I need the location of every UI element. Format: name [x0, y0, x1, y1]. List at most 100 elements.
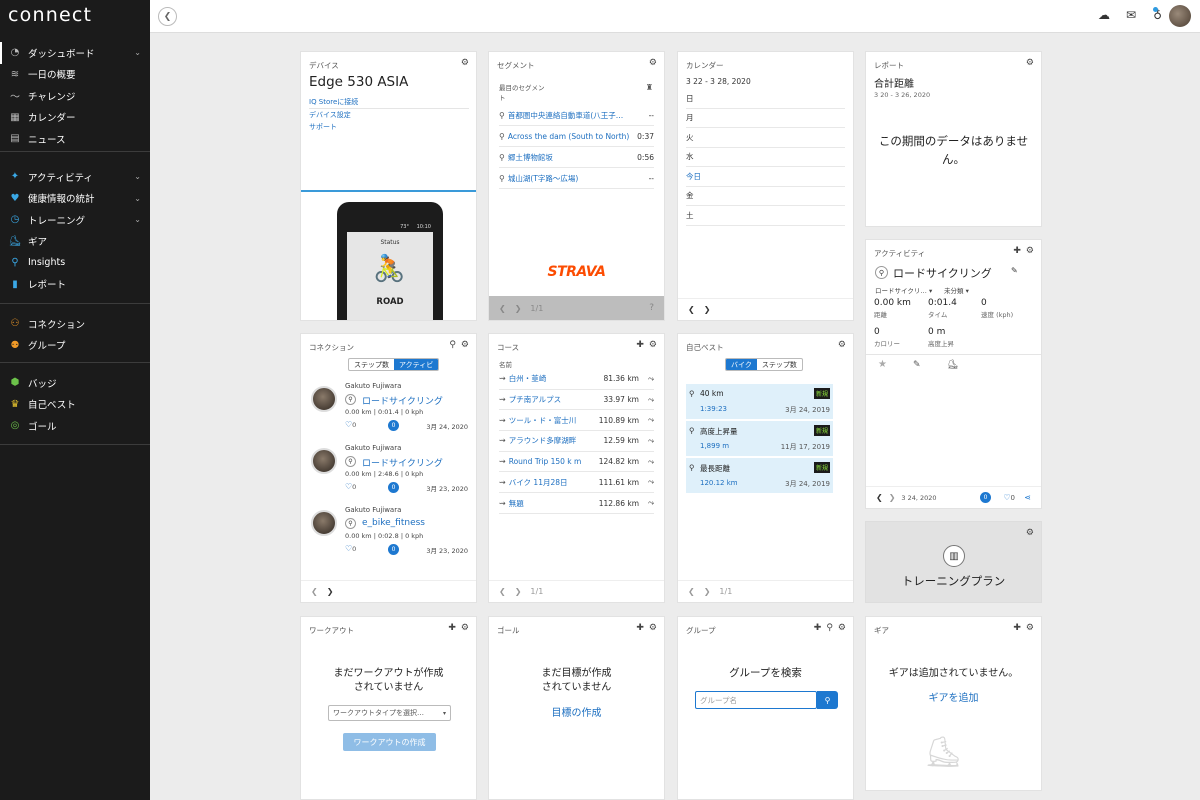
sidebar-item-bulb[interactable]: ⚲ Insights	[0, 252, 150, 274]
sidebar-item-challenge[interactable]: 〜チャレンジ	[0, 85, 150, 107]
gear-icon[interactable]: ⚙	[461, 58, 469, 68]
course-row[interactable]: ⇝ アラウンド多摩湖畔 12.59 km ⤳	[499, 431, 654, 452]
chevron-down-icon[interactable]: ⌄	[134, 215, 141, 224]
add-icon[interactable]: ✚	[1013, 246, 1021, 256]
group-search-input[interactable]: グループ名	[695, 691, 817, 709]
star-icon[interactable]: ★	[878, 359, 887, 370]
edit-pencil-icon[interactable]: ✎	[1011, 266, 1018, 275]
next-icon[interactable]: ❯	[327, 587, 334, 596]
create-goal-link[interactable]: 目標の作成	[489, 706, 664, 721]
sidebar-item-news[interactable]: ▤ ニュース	[0, 128, 150, 150]
segment-row[interactable]: ⚲ 首都圏中央連絡自動車道(八王子… --	[499, 105, 654, 126]
calendar-day-row[interactable]: 土	[686, 206, 845, 226]
add-icon[interactable]: ✚	[814, 623, 822, 633]
collapse-sidebar-button[interactable]: ❮	[158, 7, 177, 26]
course-row[interactable]: ⇝ Round Trip 150 k m 124.82 km ⤳	[499, 452, 654, 473]
gear-icon[interactable]: ⚙	[838, 340, 846, 350]
like-heart-icon[interactable]: ♡0	[1003, 493, 1015, 502]
calendar-day-row[interactable]: 金	[686, 187, 845, 206]
like-heart-icon[interactable]: ♡0	[345, 544, 356, 553]
segment-row[interactable]: ⚲ 郷土博物館坂 0:56	[499, 147, 654, 168]
sidebar-item-stopwatch[interactable]: ◷ トレーニング ⌄	[0, 209, 150, 231]
chevron-down-icon[interactable]: ⌄	[134, 194, 141, 203]
next-page-icon[interactable]: ❯	[704, 587, 711, 596]
course-row[interactable]: ⇝ 無題 112.86 km ⤳	[499, 493, 654, 514]
gear-icon[interactable]: ⚙	[649, 340, 657, 350]
avatar[interactable]	[311, 386, 337, 412]
like-heart-icon[interactable]: ♡0	[345, 482, 356, 491]
sidebar-item-heart[interactable]: ♥ 健康情報の統計 ⌄	[0, 188, 150, 210]
gear-icon[interactable]: ⚙	[461, 623, 469, 633]
comment-icon[interactable]: 0	[388, 420, 399, 431]
prev-week-icon[interactable]: ❮	[688, 305, 695, 314]
create-workout-button[interactable]: ワークアウトの作成	[343, 733, 436, 751]
share-icon[interactable]: ⋖	[1024, 493, 1031, 502]
prev-page-icon[interactable]: ❮	[688, 587, 695, 596]
connection-activity[interactable]: ロードサイクリング	[362, 456, 443, 469]
like-heart-icon[interactable]: ♡0	[345, 420, 356, 429]
prev-activity-icon[interactable]: ❮	[876, 493, 883, 502]
sidebar-item-dashboard[interactable]: ◔ ダッシュボード ⌄	[0, 42, 150, 64]
connection-user[interactable]: Gakuto Fujiwara	[345, 382, 401, 390]
calendar-day-row[interactable]: 火	[686, 128, 845, 148]
help-icon[interactable]: ?	[649, 303, 654, 313]
group-search-button[interactable]: ⚲	[817, 691, 838, 709]
comment-icon[interactable]: 0	[388, 544, 399, 555]
calendar-day-row[interactable]: 水	[686, 148, 845, 167]
connection-user[interactable]: Gakuto Fujiwara	[345, 444, 401, 452]
sidebar-item-group[interactable]: ⚉ グループ	[0, 335, 150, 357]
comment-icon[interactable]: 0	[980, 492, 991, 503]
upload-cloud-icon[interactable]: ☁	[1098, 8, 1110, 22]
user-avatar[interactable]	[1169, 5, 1191, 27]
add-icon[interactable]: ✚	[636, 623, 644, 633]
sidebar-item-shoe[interactable]: ⛸ ギア	[0, 231, 150, 253]
toggle-bike[interactable]: バイク	[726, 359, 757, 370]
course-row[interactable]: ⇝ バイク 11月28日 111.61 km ⤳	[499, 473, 654, 494]
next-activity-icon[interactable]: ❯	[889, 493, 896, 502]
prev-icon[interactable]: ❮	[311, 587, 318, 596]
calendar-day-row[interactable]: 日	[686, 89, 845, 109]
activity-category-select[interactable]: 未分類 ▾	[944, 285, 969, 295]
toggle-steps[interactable]: ステップ数	[757, 359, 802, 370]
add-gear-link[interactable]: ギアを追加	[866, 691, 1041, 706]
connection-activity[interactable]: e_bike_fitness	[362, 518, 425, 528]
pb-item[interactable]: ⚲ 高度上昇量 新規 1,899 m 11月 17, 2019	[686, 421, 833, 457]
gear-icon[interactable]: ⚙	[1026, 246, 1034, 256]
add-icon[interactable]: ✚	[636, 340, 644, 350]
course-row[interactable]: ⇝ プチ南アルプス 33.97 km ⤳	[499, 390, 654, 411]
add-icon[interactable]: ✚	[448, 623, 456, 633]
sidebar-item-badge[interactable]: ⬢ バッジ	[0, 372, 150, 394]
avatar[interactable]	[311, 510, 337, 536]
sidebar-item-calendar[interactable]: ▦ カレンダー	[0, 107, 150, 129]
calendar-day-row[interactable]: 今日	[686, 167, 845, 187]
prev-page-icon[interactable]: ❮	[499, 587, 506, 596]
chevron-down-icon[interactable]: ⌄	[134, 48, 141, 57]
course-row[interactable]: ⇝ 白州・韮崎 81.36 km ⤳	[499, 369, 654, 390]
iq-store-link[interactable]: IQ Storeに接続	[309, 96, 469, 109]
connection-activity[interactable]: ロードサイクリング	[362, 394, 443, 407]
gear-icon[interactable]: ⚙	[1026, 528, 1034, 538]
gear-icon[interactable]: ⚙	[461, 340, 469, 350]
toggle-activities[interactable]: アクティビ	[394, 359, 439, 370]
activity-type-select[interactable]: ロードサイクリ… ▾	[875, 285, 932, 295]
next-page-icon[interactable]: ❯	[515, 587, 522, 596]
segment-row[interactable]: ⚲ Across the dam (South to North) 0:37	[499, 126, 654, 147]
next-page-icon[interactable]: ❯	[515, 304, 522, 313]
course-row[interactable]: ⇝ ツール・ド・富士川 110.89 km ⤳	[499, 410, 654, 432]
segment-row[interactable]: ⚲ 城山湖(T字路～広場) --	[499, 168, 654, 189]
gear-icon[interactable]: ⚙	[649, 623, 657, 633]
support-link[interactable]: サポート	[309, 121, 469, 133]
pb-item[interactable]: ⚲ 40 km 新規 1:39:23 3月 24, 2019	[686, 384, 833, 420]
training-plan-card[interactable]: ⚙ ▥ トレーニングプラン	[865, 521, 1042, 603]
sidebar-item-bar-chart[interactable]: ▮ レポート	[0, 274, 150, 296]
connection-user[interactable]: Gakuto Fujiwara	[345, 506, 401, 514]
sidebar-item-trophy[interactable]: ♛ 自己ベスト	[0, 394, 150, 416]
gear-icon[interactable]: ⚙	[649, 58, 657, 68]
sidebar-item-connections[interactable]: ⚇ コネクション	[0, 313, 150, 335]
toggle-steps[interactable]: ステップ数	[349, 359, 394, 370]
gear-icon[interactable]: ⚙	[1026, 623, 1034, 633]
chevron-down-icon[interactable]: ⌄	[134, 172, 141, 181]
next-week-icon[interactable]: ❯	[704, 305, 711, 314]
activity-name[interactable]: ロードサイクリング	[893, 265, 992, 281]
edit-note-icon[interactable]: ✎	[913, 360, 921, 370]
